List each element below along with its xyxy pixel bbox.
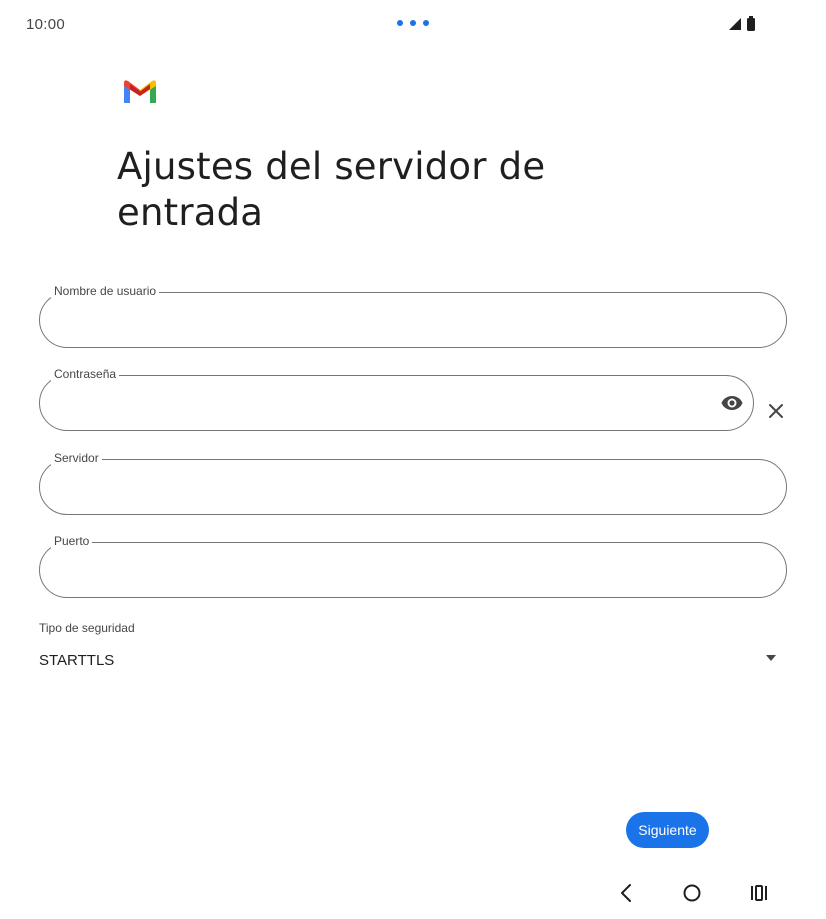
port-input[interactable] — [57, 552, 767, 588]
status-icons — [728, 16, 760, 32]
navigation-bar — [0, 870, 826, 915]
eye-icon[interactable] — [720, 391, 744, 415]
username-field[interactable]: Nombre de usuario — [39, 284, 787, 348]
back-icon[interactable] — [614, 880, 640, 906]
security-type-value: STARTTLS — [39, 652, 115, 669]
status-dots — [397, 20, 429, 26]
security-type-label: Tipo de seguridad — [39, 621, 135, 635]
caret-down-icon — [766, 655, 776, 661]
status-time: 10:00 — [26, 16, 66, 33]
next-button[interactable]: Siguiente — [626, 812, 709, 848]
status-bar: 10:00 — [0, 0, 826, 50]
username-label: Nombre de usuario — [51, 284, 160, 298]
signal-icon — [729, 18, 741, 30]
battery-icon — [747, 16, 755, 31]
port-label: Puerto — [51, 534, 93, 548]
password-field[interactable]: Contraseña — [39, 367, 754, 431]
password-input[interactable] — [57, 385, 697, 421]
password-label: Contraseña — [51, 367, 120, 381]
gmail-logo-icon — [124, 80, 156, 103]
security-type-dropdown[interactable]: STARTTLS — [39, 644, 787, 678]
username-input[interactable] — [57, 302, 767, 338]
page-title: Ajustes del servidor de entrada — [117, 145, 546, 234]
recents-icon[interactable] — [746, 880, 772, 906]
server-input[interactable] — [57, 469, 767, 505]
server-field[interactable]: Servidor — [39, 451, 787, 515]
home-icon[interactable] — [679, 880, 705, 906]
server-label: Servidor — [51, 451, 102, 465]
close-icon[interactable] — [765, 400, 787, 422]
port-field[interactable]: Puerto — [39, 534, 787, 598]
